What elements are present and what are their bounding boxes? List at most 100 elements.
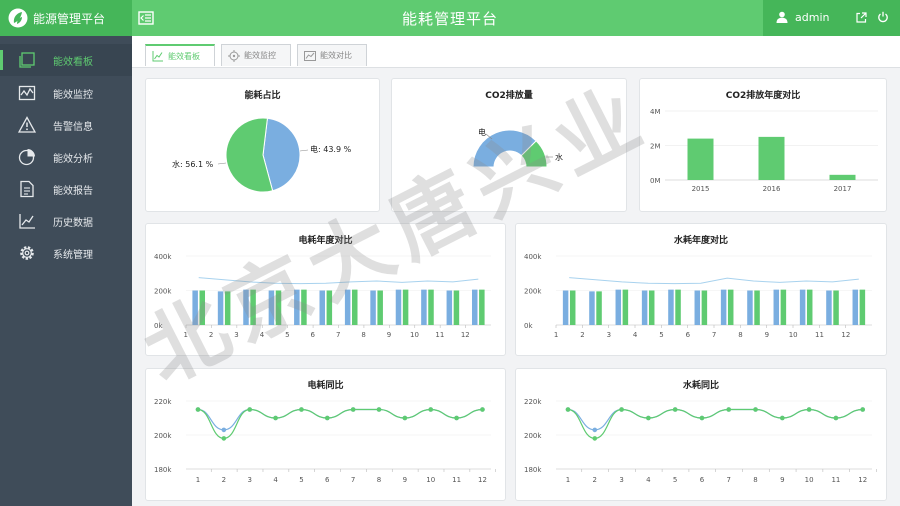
x-tick-label: 3 <box>619 476 623 484</box>
sidebar-item-dashboard[interactable]: 能效看板 <box>0 44 132 76</box>
bar <box>615 289 622 325</box>
x-tick-label: 5 <box>659 331 663 339</box>
x-tick-label: 7 <box>727 476 731 484</box>
x-tick-label: 12 <box>841 331 850 339</box>
sidebar-item-settings[interactable]: 系统管理 <box>0 237 132 269</box>
bar <box>852 289 859 325</box>
bar <box>826 290 832 325</box>
x-tick-label: 9 <box>780 476 784 484</box>
bar <box>799 289 806 325</box>
bar <box>326 290 333 325</box>
x-tick-label: 11 <box>435 331 444 339</box>
bar <box>773 289 780 325</box>
x-tick-label: 6 <box>311 331 316 339</box>
x-tick-label: 7 <box>712 331 716 339</box>
y-tick-label: 180k <box>524 466 542 474</box>
compare-chart-icon <box>304 50 316 61</box>
x-tick-label: 7 <box>351 476 355 484</box>
bar <box>648 290 655 325</box>
co2-yearly-panel: CO2排放年度对比 0M 2M 4M 2015 2016 2017 <box>639 78 887 212</box>
co2-yearly-bar-chart: 0M 2M 4M 2015 2016 2017 <box>650 108 878 193</box>
x-tick-label: 5 <box>673 476 677 484</box>
tab-label: 能效对比 <box>320 51 352 60</box>
bar <box>479 289 485 325</box>
donut-label: 电 <box>478 127 486 137</box>
bar <box>370 290 376 325</box>
x-tick-label: 2017 <box>834 185 852 193</box>
x-tick-label: 6 <box>686 331 691 339</box>
x-tick-label: 1 <box>566 476 570 484</box>
data-point <box>592 427 598 433</box>
menu-collapse-icon[interactable] <box>138 10 154 26</box>
bar <box>428 289 434 325</box>
bar <box>720 289 727 325</box>
bar <box>641 290 648 325</box>
sidebar-item-report[interactable]: 能效报告 <box>0 173 132 205</box>
data-point <box>221 436 227 441</box>
tab-dashboard[interactable]: 能效看板 <box>145 44 215 66</box>
y-tick-label: 0M <box>650 177 661 185</box>
data-point <box>672 407 678 412</box>
logo-area[interactable]: 能源管理平台 <box>0 0 132 36</box>
x-tick-label: 8 <box>377 476 381 484</box>
sidebar-item-analysis[interactable]: 能效分析 <box>0 141 132 173</box>
tab-label: 能效监控 <box>244 51 276 60</box>
tab-monitor[interactable]: 能效监控 <box>221 44 291 66</box>
sidebar-item-label: 告警信息 <box>53 121 93 133</box>
power-icon[interactable] <box>877 11 889 23</box>
x-tick-label: 6 <box>325 476 330 484</box>
bar <box>275 290 282 325</box>
x-tick-label: 2015 <box>692 185 710 193</box>
series-line <box>197 408 483 431</box>
dashboard-icon <box>19 52 35 68</box>
tab-compare[interactable]: 能效对比 <box>297 44 367 66</box>
data-point <box>402 415 408 421</box>
x-tick-label: 4 <box>260 331 265 339</box>
bar <box>622 289 629 325</box>
x-tick-label: 10 <box>789 331 798 339</box>
data-point <box>299 407 304 412</box>
user-icon[interactable] <box>776 11 788 23</box>
bar <box>727 289 734 325</box>
x-tick-label: 5 <box>299 476 303 484</box>
sidebar-item-label: 能效监控 <box>53 89 93 101</box>
sidebar-item-history[interactable]: 历史数据 <box>0 205 132 237</box>
x-tick-label: 3 <box>234 331 238 339</box>
data-point <box>376 407 382 412</box>
data-point <box>619 407 624 412</box>
data-point <box>565 407 571 412</box>
x-tick-label: 4 <box>633 331 638 339</box>
y-tick-label: 220k <box>154 398 172 406</box>
x-tick-label: 11 <box>452 476 461 484</box>
target-icon <box>228 49 240 62</box>
external-link-icon[interactable] <box>856 12 867 23</box>
bar <box>859 289 866 325</box>
donut-label: 水 <box>555 152 563 162</box>
bar <box>250 289 256 325</box>
bar <box>395 289 402 325</box>
sidebar-item-monitor[interactable]: 能效监控 <box>0 77 132 109</box>
data-point <box>806 407 812 412</box>
x-tick-label: 1 <box>554 331 558 339</box>
logo-text: 能源管理平台 <box>33 11 106 26</box>
energy-share-pie-chart: 水: 56.1 % 电: 43.9 % <box>172 117 352 193</box>
x-tick-label: 11 <box>831 476 840 484</box>
user-name[interactable]: admin <box>795 11 829 24</box>
bar <box>701 290 708 325</box>
data-point <box>860 407 866 412</box>
bar <box>687 138 714 180</box>
y-tick-label: 400k <box>524 253 542 261</box>
sidebar-item-label: 能效报告 <box>53 185 93 197</box>
data-point <box>454 415 459 421</box>
x-tick-label: 10 <box>410 331 419 339</box>
energy-share-panel: 能耗占比 水: 56.1 % 电: 43.9 % <box>145 78 380 212</box>
y-tick-label: 200k <box>154 288 172 296</box>
x-tick-label: 8 <box>738 331 742 339</box>
sidebar-item-alerts[interactable]: 告警信息 <box>0 109 132 141</box>
y-tick-label: 0k <box>524 322 533 330</box>
y-tick-label: 180k <box>154 466 172 474</box>
electricity-yearly-panel: 电耗年度对比 0k 200k 400k 1 2 3 4 5 6 7 8 9 10 11 12 <box>145 223 506 356</box>
bar <box>446 290 453 325</box>
bar <box>217 291 224 325</box>
x-tick-label: 2 <box>593 476 597 484</box>
